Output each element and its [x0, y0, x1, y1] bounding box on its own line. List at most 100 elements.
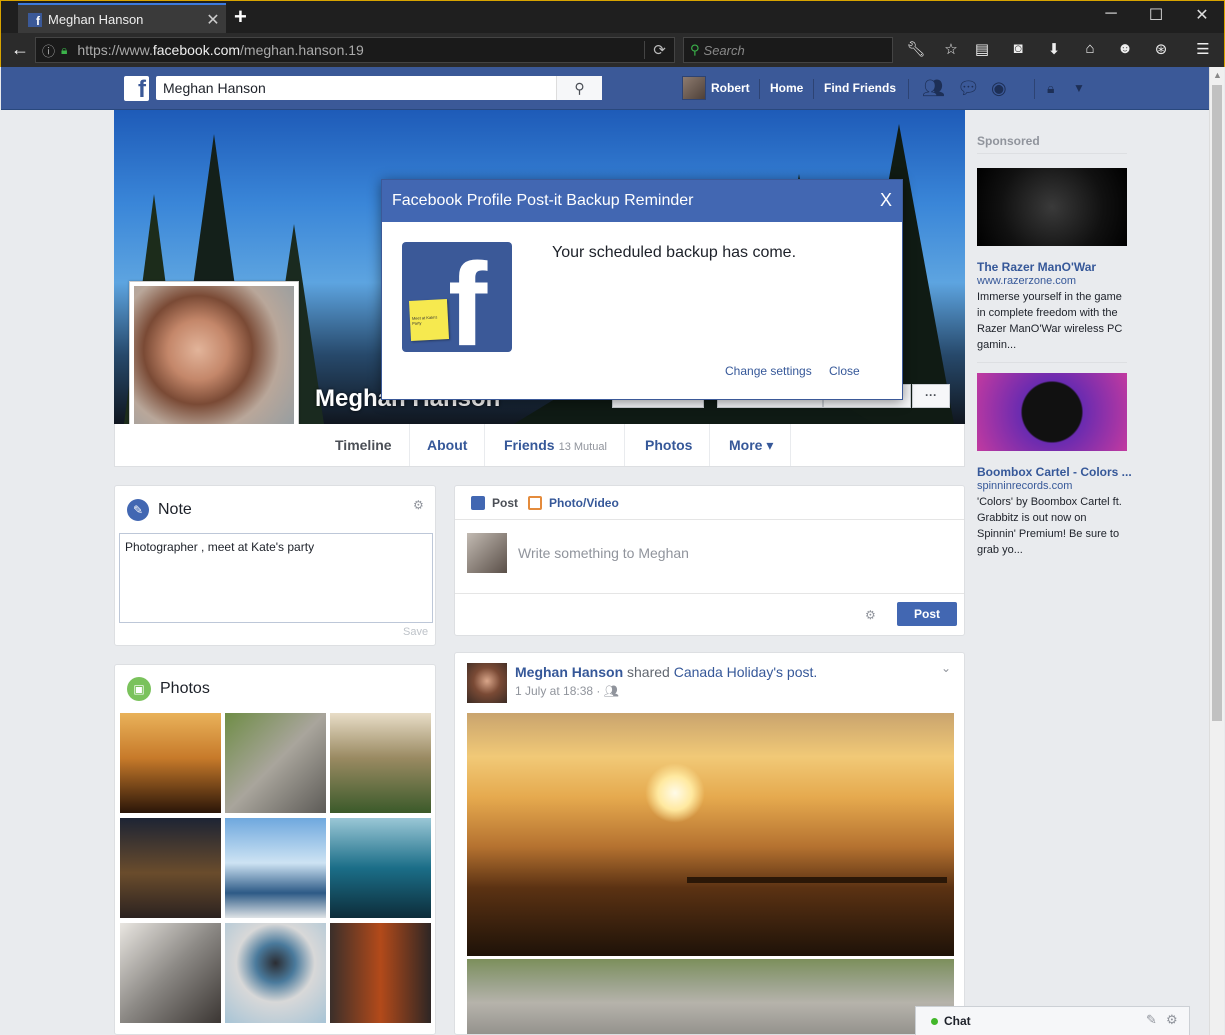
page-scrollbar[interactable]: ▲: [1209, 67, 1224, 1035]
home-link[interactable]: Home: [770, 81, 803, 95]
divider: [1034, 79, 1035, 99]
user-name-link[interactable]: Robert: [711, 81, 750, 95]
ad-image-razer[interactable]: [977, 168, 1127, 246]
source-link[interactable]: Canada Holiday: [674, 664, 774, 680]
photos-card: ▣ Photos: [114, 664, 436, 1035]
gear-icon[interactable]: ⚙: [413, 498, 424, 512]
scroll-up-icon[interactable]: ▲: [1213, 70, 1222, 80]
note-title: Note: [158, 501, 192, 518]
change-settings-link[interactable]: Change settings: [725, 364, 812, 378]
note-textarea[interactable]: Photographer , meet at Kate's party: [119, 533, 433, 623]
tab-about[interactable]: About: [410, 424, 486, 466]
maximize-icon[interactable]: ☐: [1133, 5, 1179, 25]
pencil-icon: [471, 496, 485, 510]
account-dropdown-icon[interactable]: ▼: [1073, 81, 1085, 95]
photo-thumbnail[interactable]: [330, 818, 431, 918]
save-button[interactable]: Save: [403, 626, 428, 638]
privacy-lock-icon[interactable]: 🔒︎: [1047, 80, 1054, 97]
browser-titlebar: f Meghan Hanson ✕ + ─ ☐ ✕: [0, 0, 1225, 34]
reading-list-icon[interactable]: ▤: [971, 40, 993, 60]
facebook-favicon-icon: f: [28, 12, 42, 27]
pocket-icon[interactable]: ◙: [1007, 40, 1029, 60]
compose-icon[interactable]: ✎: [1146, 1012, 1157, 1028]
chat-label[interactable]: Chat: [944, 1014, 971, 1028]
back-icon[interactable]: ←: [11, 39, 29, 60]
chat-bar[interactable]: Chat ✎ ⚙: [915, 1006, 1190, 1035]
dialog-header: Facebook Profile Post-it Backup Reminder…: [382, 180, 902, 222]
new-tab-icon[interactable]: +: [234, 4, 247, 30]
extension-icon[interactable]: ⊛: [1150, 40, 1172, 60]
story-photo-bridge[interactable]: [467, 713, 954, 956]
note-card: ✎ Note ⚙ Photographer , meet at Kate's p…: [114, 485, 436, 646]
ad-url[interactable]: spinninrecords.com: [977, 480, 1072, 492]
facebook-header: f Meghan Hanson ⚲ Robert Home Find Frien…: [1, 67, 1209, 110]
more-options-icon[interactable]: ···: [912, 384, 950, 408]
url-bar[interactable]: ⓘ 🔒︎ https://www.facebook.com/meghan.han…: [35, 37, 675, 63]
photo-thumbnail[interactable]: [120, 713, 221, 813]
camera-icon: [528, 496, 542, 510]
minimize-icon[interactable]: ─: [1088, 5, 1134, 23]
find-friends-link[interactable]: Find Friends: [824, 81, 896, 95]
home-icon[interactable]: ⌂: [1079, 40, 1101, 60]
tab-close-icon[interactable]: ✕: [200, 10, 226, 30]
search-icon[interactable]: ⚲: [556, 76, 602, 100]
feed-story: Meghan Hanson shared Canada Holiday's po…: [454, 652, 965, 1035]
reload-icon[interactable]: ⟳: [644, 41, 674, 59]
author-avatar[interactable]: [467, 663, 507, 703]
ad-description: Immerse yourself in the game in complete…: [977, 291, 1123, 351]
composer-tab-photo-video[interactable]: Photo/Video: [528, 496, 619, 510]
wrench-icon[interactable]: 🔧︎: [905, 40, 927, 60]
tab-more[interactable]: More ▾: [712, 424, 792, 466]
post-composer: Post Photo/Video Write something to Megh…: [454, 485, 965, 636]
ad-title[interactable]: The Razer ManO'War: [977, 260, 1096, 274]
bridge-silhouette: [687, 813, 947, 883]
menu-icon[interactable]: ☰: [1192, 40, 1214, 60]
composer-avatar: [467, 533, 507, 573]
download-icon[interactable]: ⬇: [1043, 40, 1065, 60]
scroll-thumb[interactable]: [1212, 85, 1222, 721]
facebook-search-input[interactable]: Meghan Hanson ⚲: [156, 76, 602, 100]
friend-requests-icon[interactable]: 👥︎: [922, 78, 945, 99]
post-link[interactable]: post.: [787, 664, 817, 680]
ad-title[interactable]: Boombox Cartel - Colors ...: [977, 465, 1132, 479]
gear-icon[interactable]: ⚙: [865, 608, 876, 622]
search-engine-icon[interactable]: ⚲: [690, 42, 700, 58]
author-link[interactable]: Meghan Hanson: [515, 664, 623, 680]
photo-thumbnail[interactable]: [330, 713, 431, 813]
url-text[interactable]: https://www.facebook.com/meghan.hanson.1…: [77, 42, 644, 58]
online-status-icon: [931, 1018, 938, 1025]
story-photo-street[interactable]: [467, 959, 954, 1034]
bookmark-star-icon[interactable]: ☆: [940, 40, 962, 60]
tab-timeline[interactable]: Timeline: [318, 424, 410, 466]
divider: [813, 79, 814, 99]
photo-thumbnail[interactable]: [225, 923, 326, 1023]
story-timestamp[interactable]: 1 July at 18:38 · 👥︎: [515, 684, 619, 698]
search-value[interactable]: Meghan Hanson: [156, 76, 556, 100]
close-link[interactable]: Close: [829, 364, 860, 378]
photo-thumbnail[interactable]: [330, 923, 431, 1023]
photo-thumbnail[interactable]: [225, 713, 326, 813]
browser-tab[interactable]: f Meghan Hanson ✕: [18, 3, 226, 34]
ad-image-spinnin[interactable]: [977, 373, 1127, 451]
chevron-down-icon[interactable]: ⌄: [941, 661, 951, 675]
notifications-globe-icon[interactable]: ◉: [991, 78, 1007, 99]
composer-input[interactable]: Write something to Meghan: [518, 545, 689, 561]
info-icon[interactable]: ⓘ: [42, 41, 55, 60]
photo-thumbnail[interactable]: [120, 923, 221, 1023]
user-avatar[interactable]: [682, 76, 706, 100]
messages-icon[interactable]: 💬︎: [957, 78, 980, 99]
browser-search-input[interactable]: ⚲ Search: [683, 37, 893, 63]
composer-tab-post[interactable]: Post: [471, 496, 518, 510]
tab-friends[interactable]: Friends 13 Mutual: [487, 424, 625, 466]
divider: [908, 79, 909, 99]
photo-thumbnail[interactable]: [225, 818, 326, 918]
smiley-icon[interactable]: ☻: [1114, 40, 1136, 60]
dialog-close-button[interactable]: X: [880, 190, 892, 211]
tab-photos[interactable]: Photos: [628, 424, 711, 466]
ad-url[interactable]: www.razerzone.com: [977, 275, 1076, 287]
photo-thumbnail[interactable]: [120, 818, 221, 918]
window-close-icon[interactable]: ✕: [1179, 5, 1225, 25]
gear-icon[interactable]: ⚙: [1166, 1012, 1178, 1028]
post-button[interactable]: Post: [897, 602, 957, 626]
facebook-logo-icon[interactable]: f: [124, 76, 149, 102]
